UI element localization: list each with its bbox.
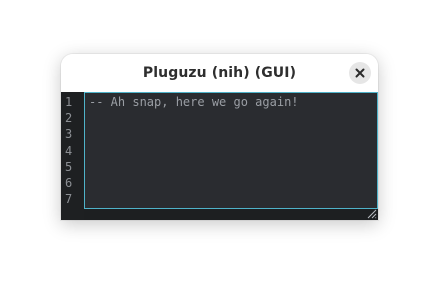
code-line: -- Ah snap, here we go again! bbox=[89, 95, 299, 109]
line-number: 7 bbox=[65, 192, 73, 207]
line-number: 4 bbox=[65, 143, 73, 158]
window-title: Pluguzu (nih) (GUI) bbox=[142, 65, 297, 81]
line-number: 1 bbox=[65, 95, 73, 109]
resize-grip-icon[interactable] bbox=[366, 208, 377, 219]
line-number: 6 bbox=[65, 176, 73, 191]
plugin-window: Pluguzu (nih) (GUI) 1 2 3 4 5 6 7 -- Ah … bbox=[61, 54, 378, 220]
line-number: 3 bbox=[65, 127, 73, 142]
line-number: 5 bbox=[65, 159, 73, 174]
line-number: 2 bbox=[65, 111, 73, 126]
line-number-gutter: 1 2 3 4 5 6 7 bbox=[61, 92, 84, 220]
close-icon bbox=[355, 68, 365, 78]
close-button[interactable] bbox=[349, 62, 371, 84]
code-text-area[interactable]: -- Ah snap, here we go again! bbox=[84, 92, 378, 209]
code-editor: 1 2 3 4 5 6 7 -- Ah snap, here we go aga… bbox=[61, 92, 378, 220]
window-titlebar[interactable]: Pluguzu (nih) (GUI) bbox=[61, 54, 378, 92]
